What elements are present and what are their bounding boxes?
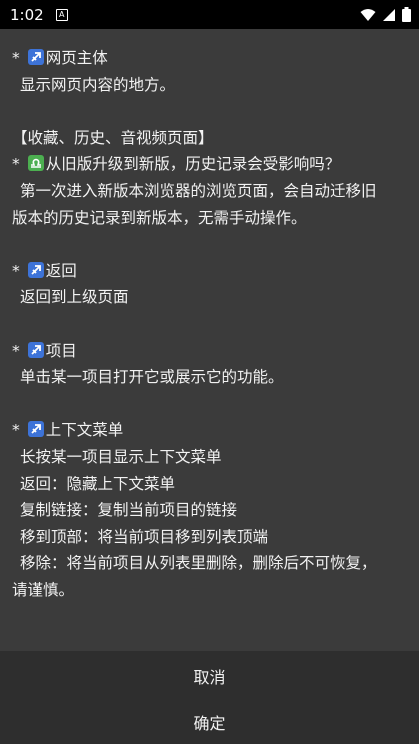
section-history-answer-line1: 第一次进入新版本浏览器的浏览页面，会自动迁移旧 <box>20 181 377 200</box>
bullet-star: * <box>12 49 20 67</box>
section-item-desc: 单击某一项目打开它或展示它的功能。 <box>20 368 284 387</box>
context-line: 返回：隐藏上下文菜单 <box>20 474 176 493</box>
context-line: 长按某一项目显示上下文菜单 <box>20 447 222 466</box>
section-item-title: 项目 <box>45 341 77 360</box>
bullet-star: * <box>12 155 20 174</box>
battery-icon <box>402 7 411 22</box>
context-line: 复制链接：复制当前项目的链接 <box>20 501 238 520</box>
signal-icon <box>383 8 395 21</box>
confirm-button[interactable]: 确定 <box>0 710 419 734</box>
section-main-title: 网页主体 <box>45 49 108 67</box>
section-back-desc: 返回到上级页面 <box>20 288 129 307</box>
section-history-question: 从旧版升级到新版，历史记录会受影响吗？ <box>45 155 341 174</box>
section-main-desc: 显示网页内容的地方。 <box>20 75 176 94</box>
status-bar: 1:02 A <box>0 0 419 29</box>
sagittarius-icon <box>27 49 44 65</box>
dialog-footer: 取消 确定 <box>0 651 419 744</box>
bullet-star: * <box>12 421 20 440</box>
section-main-title-row: * 网页主体 <box>12 45 407 72</box>
bullet-star: * <box>12 341 20 360</box>
status-icons <box>360 7 411 22</box>
section-context-title: 上下文菜单 <box>45 421 124 440</box>
section-back-title: 返回 <box>45 261 77 280</box>
section-context-title-row: * 上下文菜单 <box>12 417 407 444</box>
bullet-star: * <box>12 261 20 280</box>
libra-icon <box>27 155 44 172</box>
section-history-question-row: * 从旧版升级到新版，历史记录会受影响吗？ <box>12 151 407 178</box>
sagittarius-icon <box>27 261 44 278</box>
context-line: 移到顶部：将当前项目移到列表顶端 <box>20 527 269 546</box>
section-item-title-row: * 项目 <box>12 338 407 365</box>
section-history-answer-line2: 版本的历史记录到新版本，无需手动操作。 <box>12 208 307 227</box>
sagittarius-icon <box>27 421 44 438</box>
section-history-header: 【收藏、历史、音视频页面】 <box>12 128 214 147</box>
status-time: 1:02 <box>10 5 44 24</box>
section-back-title-row: * 返回 <box>12 258 407 285</box>
cancel-button[interactable]: 取消 <box>0 664 419 688</box>
sagittarius-icon <box>27 341 44 358</box>
context-line: 移除：将当前项目从列表里删除，删除后不可恢复， <box>20 554 377 573</box>
context-last-line: 请谨慎。 <box>12 580 75 599</box>
help-content: * 网页主体 显示网页内容的地方。 【收藏、历史、音视频页面】 * 从旧版升级到… <box>0 29 419 651</box>
notification-icon: A <box>55 8 68 21</box>
wifi-icon <box>360 8 376 21</box>
